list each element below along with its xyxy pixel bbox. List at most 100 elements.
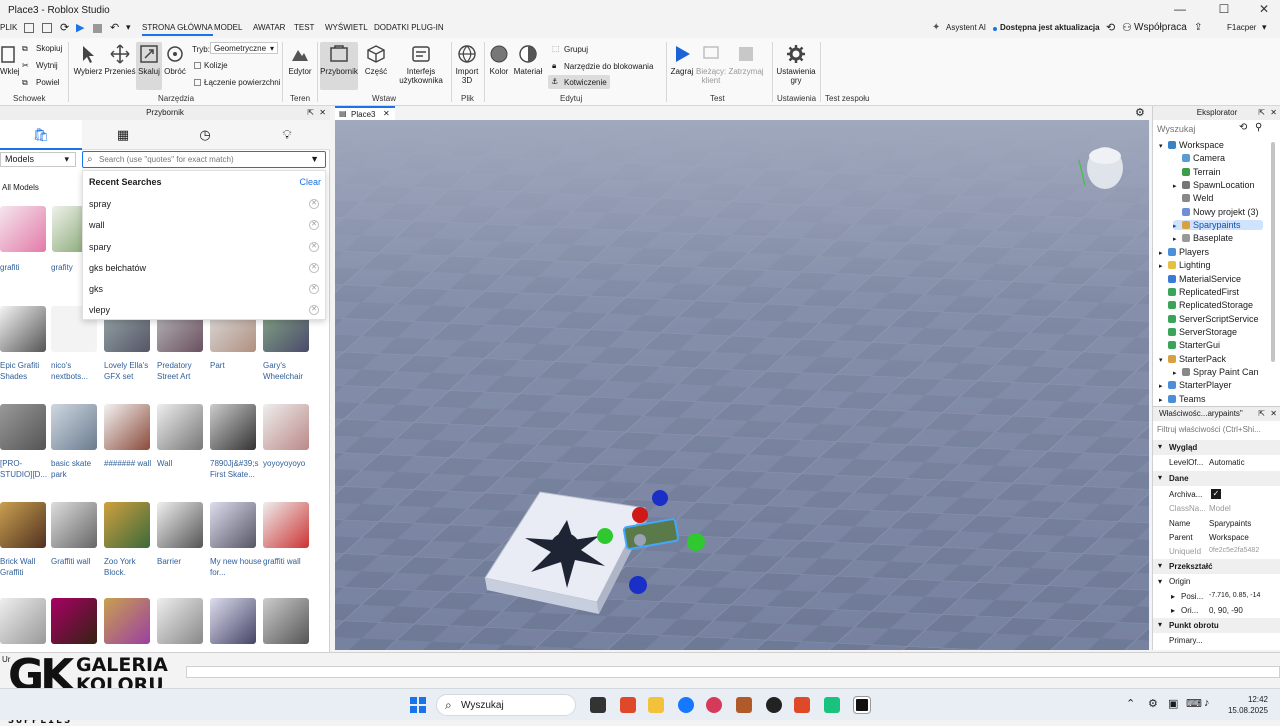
collisions-checkbox[interactable] [194,62,201,69]
archivable-checkbox[interactable]: ✓ [1211,489,1221,499]
open-file-icon[interactable] [42,23,52,33]
paste-button[interactable]: Wklej [0,44,20,76]
model-thumbnail[interactable] [263,598,309,644]
chevron-right-icon[interactable]: ▸ [1171,606,1175,615]
stop-button[interactable]: Zatrzymaj [728,44,764,76]
model-title[interactable]: Brick Wall Graffiti [0,556,52,578]
play-button[interactable]: Zagraj [668,44,696,76]
model-title[interactable]: nico's nextbots... [51,360,103,382]
explorer-item[interactable]: ▸ Lighting [1159,260,1211,270]
prop-value[interactable]: Workspace [1209,533,1249,542]
history-icon[interactable]: ⟲ [1239,122,1247,133]
search-input[interactable] [99,153,299,166]
model-thumbnail[interactable] [51,598,97,644]
explorer-item[interactable]: Nowy projekt (3) [1173,207,1259,217]
popout-icon[interactable]: ⇱ [1258,407,1265,421]
model-title[interactable]: Wall [157,458,209,469]
clock-date[interactable]: 15.08.2025 [1220,706,1268,715]
chevron-right-icon[interactable]: ▸ [1159,382,1168,390]
app-icon[interactable] [824,697,840,713]
scale-handle-up[interactable] [652,490,668,506]
chevron-right-icon[interactable]: ▸ [1159,262,1168,270]
scale-handle-left[interactable] [597,528,613,544]
anchor-button[interactable]: ⚓︎ Kotwiczenie [548,75,610,89]
chevron-down-icon[interactable]: ▾ [1159,142,1168,150]
model-thumbnail[interactable] [104,598,150,644]
recent-search-item[interactable]: gks bełchatów [89,263,146,273]
rotate-tool-button[interactable]: Obróć [162,44,188,76]
model-title[interactable]: graffiti wall [263,556,315,567]
messenger-icon[interactable] [678,697,694,713]
tab-place3[interactable]: ▤ Place3 ✕ [335,106,395,120]
brave-icon[interactable] [620,697,636,713]
section-data[interactable]: Dane [1153,471,1280,486]
prop-value[interactable]: Sparypaints [1209,519,1251,528]
tab-recent[interactable]: ◷ [164,120,246,150]
all-models-label[interactable]: All Models [2,183,39,192]
color-button[interactable]: Kolor [486,44,512,76]
current-client-button[interactable]: Bieżący: klient [696,44,726,85]
model-title[interactable]: [PRO-STUDIO][D... [0,458,52,480]
ui-button[interactable]: Interfejs użytkownika [394,44,448,85]
task-view-icon[interactable] [590,697,606,713]
model-thumbnail[interactable] [210,404,256,450]
folder-icon[interactable] [648,697,664,713]
model-thumbnail[interactable] [210,598,256,644]
model-thumbnail[interactable] [0,404,46,450]
scale-handle-right[interactable] [687,533,705,551]
windows-start-icon[interactable] [410,697,426,713]
explorer-item[interactable]: Camera [1173,153,1225,163]
section-pivot[interactable]: Punkt obrotu [1153,618,1280,633]
section-appearance[interactable]: Wygląd [1153,440,1280,455]
copy-button[interactable]: Skopiuj [36,44,62,53]
stop-icon[interactable] [93,24,102,33]
model-title[interactable]: 7890Jj&#39;s First Skate... [210,458,262,480]
popout-icon[interactable]: ⇱ [1258,106,1265,120]
volume-icon[interactable]: ♪ [1204,697,1210,709]
user-name[interactable]: F1acper [1227,23,1256,32]
model-title[interactable]: Epic Grafiti Shades [0,360,52,382]
prop-value[interactable]: -7.716, 0.85, -14 [1209,592,1260,599]
remove-search-icon[interactable]: ✕ [309,220,319,230]
explorer-item[interactable]: ▸ Teams [1159,394,1206,404]
recent-search-item[interactable]: wall [89,220,105,230]
explorer-item[interactable]: ServerScriptService [1159,314,1259,324]
tab-marketplace[interactable]: 🛍︎ [0,120,82,150]
menu-test[interactable]: TEST [294,23,314,32]
model-thumbnail[interactable] [157,404,203,450]
assistant-button[interactable]: Asystent AI [946,23,986,32]
collab-button[interactable]: Współpraca [1134,22,1187,33]
undo-icon[interactable]: ↶ [110,21,119,34]
menu-plugins[interactable]: DODATKI PLUG-IN [374,23,444,32]
minimize-icon[interactable]: — [1160,2,1200,18]
close-panel-icon[interactable]: ✕ [319,106,326,120]
model-title[interactable]: Graffiti wall [51,556,103,567]
explorer-item[interactable]: ReplicatedFirst [1159,287,1239,297]
menu-file[interactable]: PLIK [0,23,17,32]
chevron-down-icon[interactable]: ▾ [126,22,131,33]
group-objects-button[interactable]: Grupuj [564,45,588,54]
model-thumbnail[interactable] [104,404,150,450]
explorer-item[interactable]: StarterGui [1159,340,1220,350]
brave-icon[interactable] [794,697,810,713]
menu-avatar[interactable]: AWATAR [253,23,285,32]
model-thumbnail[interactable] [210,502,256,548]
menu-view[interactable]: WYŚWIETL [325,23,368,32]
explorer-item[interactable]: ▾ StarterPack [1159,354,1226,364]
model-thumbnail[interactable] [157,598,203,644]
chevron-right-icon[interactable]: ▸ [1173,235,1182,243]
model-title[interactable]: grafiti [0,262,52,273]
scale-handle-red[interactable] [632,507,648,523]
explorer-item[interactable]: Weld [1173,193,1213,203]
recent-search-item[interactable]: gks [89,284,103,294]
tray-icon[interactable]: ▣ [1168,697,1178,710]
explorer-item[interactable]: MaterialService [1159,274,1241,284]
app-icon[interactable] [736,697,752,713]
user-menu-chevron-icon[interactable]: ▾ [1262,22,1267,33]
game-settings-button[interactable]: Ustawienia gry [774,44,818,85]
model-title[interactable]: My new house for... [210,556,262,578]
remove-search-icon[interactable]: ✕ [309,305,319,315]
model-thumbnail[interactable] [104,502,150,548]
command-input[interactable] [186,666,1280,678]
model-title[interactable]: basic skate park [51,458,103,480]
